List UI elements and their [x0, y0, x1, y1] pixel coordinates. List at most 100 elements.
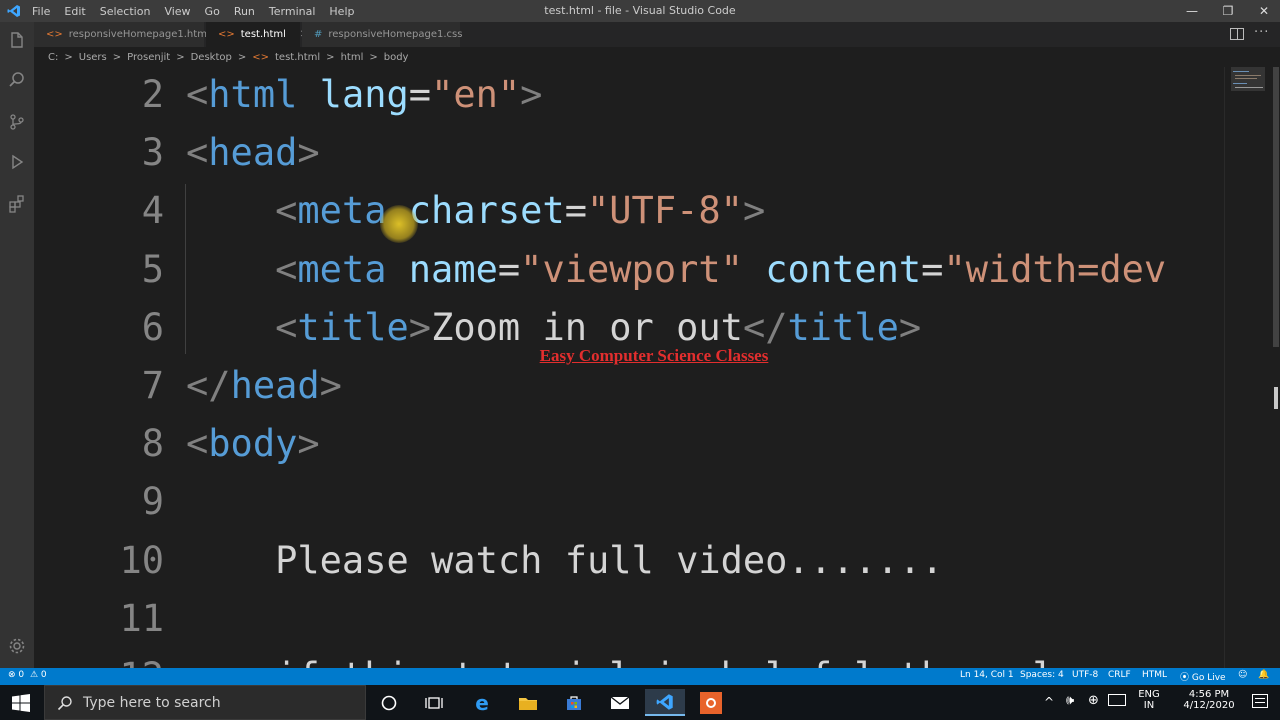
vscode-taskbar-icon[interactable] [645, 689, 685, 716]
tab-responsive-homepage-html[interactable]: <> responsiveHomepage1.html [34, 22, 210, 47]
code-token: > [319, 364, 342, 407]
breadcrumb-separator-icon: > [326, 51, 335, 63]
settings-gear-icon[interactable] [5, 634, 29, 658]
code-line[interactable]: <meta charset="UTF-8"> [186, 189, 765, 232]
explorer-icon[interactable] [5, 28, 29, 52]
code-line[interactable]: <body> [186, 422, 320, 465]
taskbar-search-box[interactable]: Type here to search [44, 685, 366, 720]
search-icon [57, 695, 72, 710]
go-live-button[interactable]: ⦿ Go Live [1180, 670, 1226, 683]
region-code: IN [1143, 700, 1155, 711]
language-mode[interactable]: HTML [1142, 670, 1167, 680]
menu-selection[interactable]: Selection [100, 5, 151, 18]
line-number: 2 [141, 73, 164, 116]
edge-browser-icon[interactable]: e [462, 689, 502, 716]
breadcrumb-prosenjit[interactable]: Prosenjit [127, 52, 170, 63]
code-token: </ [742, 305, 788, 349]
line-number: 7 [141, 364, 164, 407]
store-icon[interactable] [554, 689, 594, 716]
breadcrumb-file[interactable]: test.html [275, 52, 320, 63]
line-number: 5 [141, 247, 164, 291]
code-line[interactable]: <html lang="en"> [186, 73, 542, 116]
line-number: 9 [141, 480, 164, 524]
screen-recorder-icon[interactable] [691, 689, 731, 716]
menu-go[interactable]: Go [205, 5, 220, 18]
extensions-icon[interactable] [5, 192, 29, 216]
code-line[interactable]: <head> [186, 131, 320, 174]
scrollbar-thumb[interactable] [1273, 67, 1279, 347]
code-token: head [208, 131, 298, 175]
input-language[interactable]: ENG IN [1134, 689, 1164, 711]
errors-count[interactable]: ⊗ 0 [8, 670, 24, 680]
menu-edit[interactable]: Edit [64, 5, 85, 18]
search-icon[interactable] [5, 68, 29, 92]
line-ending-setting[interactable]: CRLF [1108, 670, 1131, 680]
restore-button[interactable]: ❐ [1210, 0, 1246, 22]
code-token: charset [408, 189, 565, 233]
code-token: < [186, 422, 209, 466]
menu-help[interactable]: Help [329, 5, 354, 18]
language-code: ENG [1138, 689, 1160, 700]
run-debug-icon[interactable] [5, 150, 29, 174]
code-line[interactable]: </head> [186, 364, 342, 407]
code-token: = [497, 247, 521, 291]
code-token: > [297, 422, 320, 466]
breadcrumb-html[interactable]: html [341, 52, 364, 63]
windows-start-icon[interactable] [12, 694, 30, 712]
code-token: title [297, 305, 409, 349]
breadcrumb-separator-icon: > [64, 51, 73, 63]
code-line[interactable]: if this tutorial is helpful then please [186, 655, 1144, 668]
breadcrumb-users[interactable]: Users [79, 52, 107, 63]
minimize-button[interactable]: — [1174, 0, 1210, 22]
code-line[interactable]: <title>Zoom in or out</title> [186, 306, 921, 349]
tab-responsive-homepage-css[interactable]: # responsiveHomepage1.css [302, 22, 462, 47]
task-view-icon[interactable] [414, 689, 454, 716]
mouse-cursor-highlight [380, 205, 418, 243]
clock[interactable]: 4:56 PM 4/12/2020 [1176, 689, 1242, 711]
line-number: 8 [141, 422, 164, 466]
line-number: 12 [34, 655, 164, 668]
scroll-position-marker [1274, 387, 1278, 409]
more-actions-icon[interactable]: ··· [1254, 25, 1269, 40]
code-line[interactable]: Please watch full video....... [186, 539, 943, 582]
feedback-icon[interactable]: ☺ [1238, 670, 1247, 680]
network-icon[interactable]: ⊕ [1088, 693, 1099, 708]
cursor-position[interactable]: Ln 14, Col 1 [960, 670, 1014, 680]
file-explorer-icon[interactable] [508, 689, 548, 716]
menu-file[interactable]: File [32, 5, 50, 18]
minimap-line [1233, 83, 1247, 84]
code-token: lang [319, 73, 409, 116]
minimap-line [1235, 78, 1257, 79]
breadcrumb-desktop[interactable]: Desktop [191, 52, 232, 63]
encoding-setting[interactable]: UTF-8 [1072, 670, 1098, 680]
menu-run[interactable]: Run [234, 5, 255, 18]
source-control-icon[interactable] [5, 110, 29, 134]
mail-icon[interactable] [600, 689, 640, 716]
breadcrumb-separator-icon: > [176, 51, 185, 63]
code-token: < [275, 305, 298, 349]
menu-terminal[interactable]: Terminal [269, 5, 316, 18]
minimap[interactable] [1224, 67, 1272, 668]
warnings-count[interactable]: ⚠ 0 [30, 670, 47, 680]
action-center-icon[interactable] [1252, 694, 1268, 708]
volume-icon[interactable]: 🕪 [1066, 693, 1074, 708]
code-line[interactable]: <meta name="viewport" content="width=dev [186, 248, 1166, 291]
code-token: "en" [431, 73, 521, 116]
breadcrumb-drive[interactable]: C: [48, 52, 58, 63]
code-token: < [275, 247, 298, 291]
breadcrumb-body[interactable]: body [384, 52, 409, 63]
cortana-icon[interactable] [369, 689, 409, 716]
code-editor[interactable]: 23456789101112 <html lang="en"><head> <m… [34, 67, 1224, 668]
split-editor-icon[interactable] [1230, 28, 1244, 40]
close-window-button[interactable]: ✕ [1246, 0, 1280, 22]
indentation-setting[interactable]: Spaces: 4 [1020, 670, 1064, 680]
keyboard-icon[interactable] [1108, 694, 1126, 706]
code-token: > [520, 73, 543, 116]
vertical-scrollbar[interactable] [1272, 67, 1280, 668]
show-hidden-icons-icon[interactable]: ^ [1044, 695, 1054, 709]
menu-view[interactable]: View [164, 5, 190, 18]
tab-test-html[interactable]: <> test.html ✕ [206, 22, 308, 47]
line-number: 10 [119, 538, 164, 582]
notifications-bell-icon[interactable]: 🔔 [1258, 670, 1269, 680]
